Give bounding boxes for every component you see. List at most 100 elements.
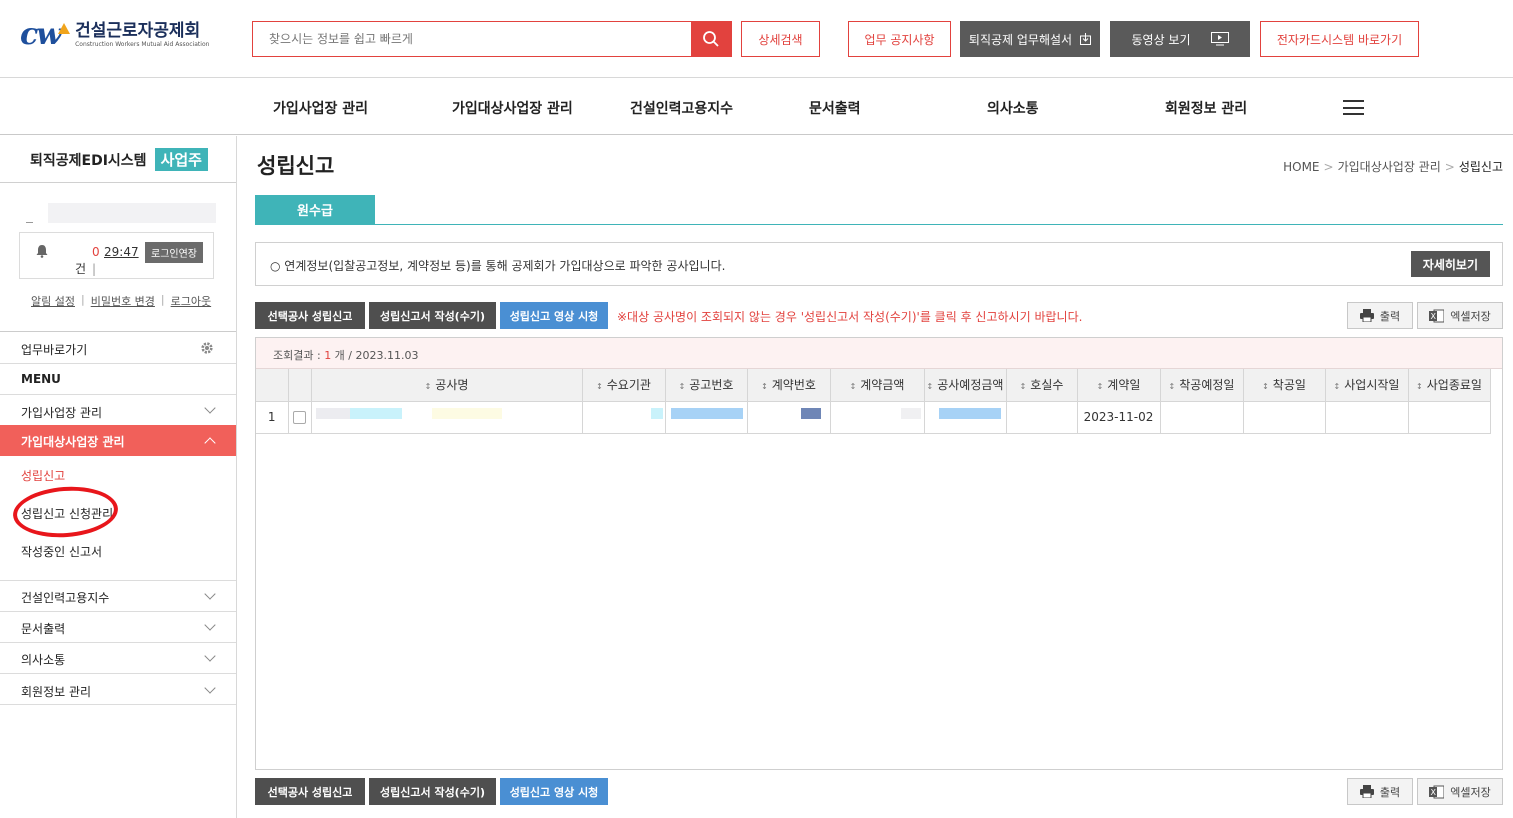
alert-unit: 건 | — [75, 262, 97, 276]
ecard-system-button[interactable]: 전자카드시스템 바로가기 — [1260, 21, 1419, 57]
sidebar-item-member-site[interactable]: 가입사업장 관리 — [0, 394, 236, 425]
breadcrumb: HOME > 가입대상사업장 관리 > 성립신고 — [1283, 160, 1503, 174]
print-button[interactable]: 출력 — [1347, 302, 1413, 329]
col-header-contract-amount[interactable]: ↕ 계약금액 — [829, 369, 925, 402]
sidebar: 퇴직공제EDI시스템 사업주 0 29:47 로그인연장 건 | 알림 설정 | 비… — [0, 136, 237, 818]
col-header-notice-no[interactable]: ↕ 공고번호 — [664, 369, 748, 402]
watch-video-button-bottom[interactable]: 성립신고 영상 시청 — [500, 778, 608, 805]
breadcrumb-home[interactable]: HOME — [1283, 160, 1319, 174]
menu-heading-row: MENU — [0, 363, 236, 394]
sidebar-item-target-site[interactable]: 가입대상사업장 관리 — [0, 425, 236, 456]
report-selected-button[interactable]: 선택공사 성립신고 — [255, 302, 365, 329]
result-summary: 조회결과 : 1 개 / 2023.11.03 — [256, 338, 1502, 369]
global-nav: 가입사업장 관리 가입대상사업장 관리 건설인력고용지수 문서출력 의사소통 회… — [0, 79, 1513, 135]
write-manual-button-bottom[interactable]: 성립신고서 작성(수기) — [369, 778, 496, 805]
result-date: 2023.11.03 — [355, 349, 419, 362]
video-button[interactable]: 동영상 보기 — [1110, 21, 1250, 57]
result-grid: 조회결과 : 1 개 / 2023.11.03 ↕ 공사명 ↕ 수요기관 ↕ 공고번호… — [255, 337, 1503, 770]
chevron-down-icon — [204, 402, 216, 414]
submenu-draft-reports[interactable]: 작성중인 신고서 — [21, 543, 102, 560]
cell-business-start — [1324, 400, 1409, 434]
col-header-business-start[interactable]: ↕ 사업시작일 — [1324, 369, 1409, 402]
col-header-estimated-amount[interactable]: ↕ 공사예정금액 — [923, 369, 1007, 402]
search-icon — [703, 31, 719, 47]
brand-logo[interactable]: cw 건설근로자공제회 Construction Workers Mutual … — [20, 18, 209, 52]
system-title-text: 퇴직공제EDI시스템 — [30, 152, 147, 169]
gnb-item-employment-index[interactable]: 건설인력고용지수 — [630, 98, 733, 118]
user-dash — [26, 222, 33, 223]
search-input[interactable] — [253, 22, 691, 56]
sidebar-item-document-print[interactable]: 문서출력 — [0, 611, 236, 642]
data-table: ↕ 공사명 ↕ 수요기관 ↕ 공고번호 ↕ 계약번호 ↕ 계약금액 ↕ 공사예정금액 ↕ 호실… — [256, 369, 1491, 434]
chevron-down-icon — [204, 588, 216, 600]
cell-project-name[interactable] — [310, 400, 583, 434]
col-header-units[interactable]: ↕ 호실수 — [1005, 369, 1078, 402]
report-selected-button-bottom[interactable]: 선택공사 성립신고 — [255, 778, 365, 805]
table-row[interactable]: 1 2023-11-02 — [256, 400, 1491, 434]
cell-contract-amount — [829, 400, 925, 434]
gnb-item-target-site[interactable]: 가입대상사업장 관리 — [452, 98, 573, 118]
watch-video-button[interactable]: 성립신고 영상 시청 — [500, 302, 608, 329]
col-header-planned-start[interactable]: ↕ 착공예정일 — [1159, 369, 1244, 402]
svg-text:X: X — [1431, 312, 1437, 321]
sidebar-item-communication[interactable]: 의사소통 — [0, 642, 236, 673]
col-header-agency[interactable]: ↕ 수요기관 — [581, 369, 666, 402]
excel-icon: X — [1429, 309, 1445, 322]
sidebar-item-employment-index[interactable]: 건설인력고용지수 — [0, 580, 236, 611]
sidebar-item-member-info[interactable]: 회원정보 관리 — [0, 673, 236, 705]
breadcrumb-section[interactable]: 가입대상사업장 관리 — [1338, 160, 1441, 174]
monitor-play-icon — [1210, 32, 1229, 46]
col-header-contract-no[interactable]: ↕ 계약번호 — [746, 369, 831, 402]
alert-count[interactable]: 0 — [92, 245, 100, 259]
print-button-bottom[interactable]: 출력 — [1347, 778, 1413, 805]
manual-download-button[interactable]: 퇴직공제 업무해설서 — [960, 21, 1100, 57]
checkbox[interactable] — [293, 411, 306, 424]
notice-text: ○ 연계정보(입찰공고정보, 계약정보 등)를 통해 공제회가 가입대상으로 파… — [270, 259, 726, 273]
col-header-project-name[interactable]: ↕ 공사명 — [310, 369, 583, 402]
gnb-item-member-site[interactable]: 가입사업장 관리 — [273, 98, 368, 118]
role-badge: 사업주 — [154, 148, 208, 171]
session-timer: 29:47 — [104, 245, 139, 259]
cell-agency — [581, 400, 666, 434]
search-box — [252, 21, 732, 57]
red-circle-annotation — [11, 483, 120, 541]
excel-save-button-bottom[interactable]: X 엑셀저장 — [1417, 778, 1503, 805]
divider — [0, 182, 236, 183]
col-header-business-end[interactable]: ↕ 사업종료일 — [1407, 369, 1491, 402]
shortcut-row[interactable]: 업무바로가기 — [0, 331, 236, 363]
col-header-contract-date[interactable]: ↕ 계약일 — [1076, 369, 1161, 402]
shortcut-label: 업무바로가기 — [21, 343, 88, 357]
hamburger-menu-icon[interactable] — [1343, 100, 1364, 115]
tab-prime-contractor[interactable]: 원수급 — [255, 195, 375, 224]
submenu-registration-report[interactable]: 성립신고 — [21, 467, 65, 484]
gnb-item-communication[interactable]: 의사소통 — [987, 98, 1039, 118]
change-password-link[interactable]: 비밀번호 변경 — [91, 293, 155, 309]
detail-search-button[interactable]: 상세검색 — [741, 21, 820, 57]
logout-link[interactable]: 로그아웃 — [171, 293, 211, 309]
write-manual-button[interactable]: 성립신고서 작성(수기) — [369, 302, 496, 329]
warning-text: ※대상 공사명이 조회되지 않는 경우 '성립신고서 작성(수기)'를 클릭 후… — [617, 310, 1083, 324]
gnb-item-document-print[interactable]: 문서출력 — [809, 98, 861, 118]
gear-icon[interactable] — [200, 341, 214, 355]
detail-view-button[interactable]: 자세히보기 — [1410, 251, 1490, 277]
chevron-down-icon — [204, 650, 216, 662]
gnb-item-member-info[interactable]: 회원정보 관리 — [1165, 98, 1247, 118]
alert-settings-link[interactable]: 알림 설정 — [31, 293, 75, 309]
cell-contract-no — [746, 400, 831, 434]
bell-icon[interactable] — [36, 244, 48, 258]
top-header: cw 건설근로자공제회 Construction Workers Mutual … — [0, 0, 1513, 78]
cell-business-end — [1407, 400, 1491, 434]
printer-icon — [1359, 785, 1374, 798]
row-checkbox[interactable] — [287, 400, 312, 434]
search-button[interactable] — [691, 22, 731, 56]
video-button-label: 동영상 보기 — [1131, 32, 1191, 47]
col-header-start-date[interactable]: ↕ 착공일 — [1242, 369, 1326, 402]
excel-save-button[interactable]: X 엑셀저장 — [1417, 302, 1503, 329]
notice-box: ○ 연계정보(입찰공고정보, 계약정보 등)를 통해 공제회가 가입대상으로 파… — [255, 242, 1503, 286]
work-notice-button[interactable]: 업무 공지사항 — [848, 21, 951, 57]
cell-notice-no — [664, 400, 748, 434]
login-extend-button[interactable]: 로그인연장 — [145, 242, 203, 263]
chevron-down-icon — [204, 682, 216, 694]
excel-icon: X — [1429, 785, 1445, 798]
download-icon — [1080, 33, 1092, 45]
